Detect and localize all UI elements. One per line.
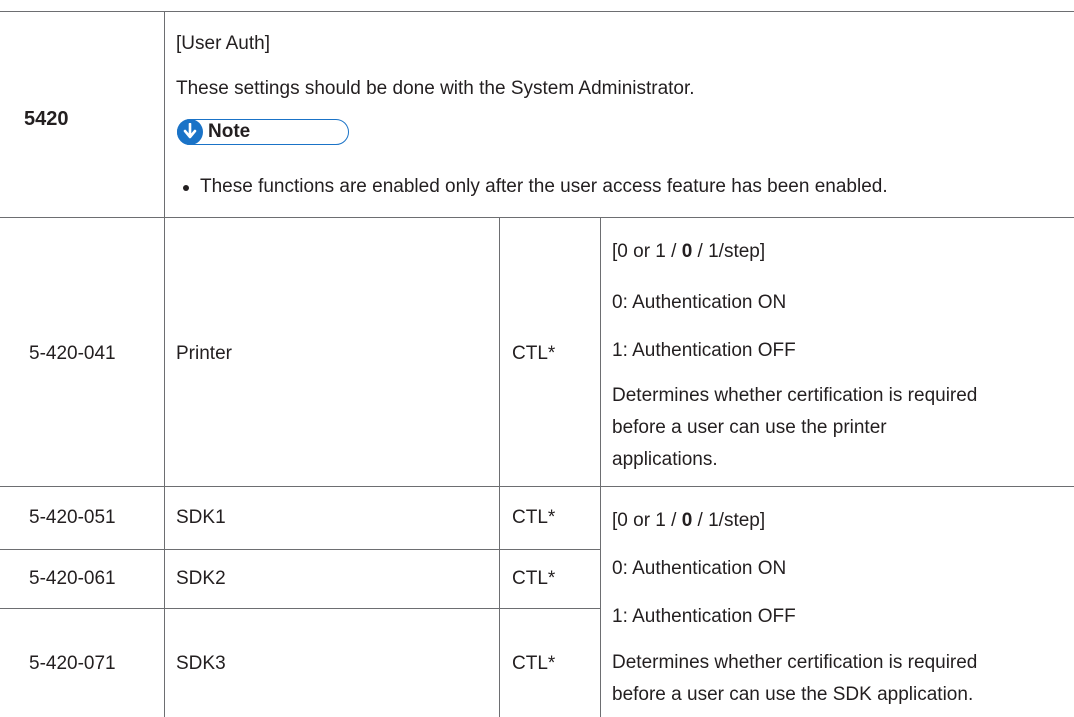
bullet-icon — [183, 185, 189, 191]
table-row-name: SDK3 — [176, 653, 226, 674]
row-divider — [0, 486, 1074, 487]
table-row-type: CTL* — [512, 343, 556, 364]
range-text: [0 or 1 / 0 / 1/step] — [612, 510, 766, 531]
table-row-name: Printer — [176, 343, 232, 364]
table-row-name: SDK1 — [176, 507, 226, 528]
col-divider — [164, 11, 165, 717]
option-on: 0: Authentication ON — [612, 292, 787, 313]
default-value: 0 — [681, 510, 693, 531]
row-divider — [0, 217, 1074, 218]
option-off: 1: Authentication OFF — [612, 340, 796, 361]
table-row-code: 5-420-051 — [29, 507, 116, 528]
table-row-code: 5-420-071 — [29, 653, 116, 674]
row-divider — [0, 549, 600, 550]
table-row-type: CTL* — [512, 507, 556, 528]
range-text: [0 or 1 / 0 / 1/step] — [612, 241, 766, 262]
table-row-type: CTL* — [512, 568, 556, 589]
row-divider — [0, 608, 600, 609]
description-line: before a user can use the SDK applicatio… — [612, 684, 974, 705]
table-row-name: SDK2 — [176, 568, 226, 589]
section-code: 5420 — [24, 108, 69, 130]
table-row-code: 5-420-041 — [29, 343, 116, 364]
col-divider — [499, 217, 500, 717]
description-line: Determines whether certification is requ… — [612, 385, 978, 406]
option-off: 1: Authentication OFF — [612, 606, 796, 627]
note-item: These functions are enabled only after t… — [200, 176, 888, 197]
table-top-border — [0, 11, 1074, 12]
table-row-code: 5-420-061 — [29, 568, 116, 589]
down-arrow-icon — [177, 119, 203, 145]
table-row-type: CTL* — [512, 653, 556, 674]
description-line: applications. — [612, 449, 718, 470]
description-line: before a user can use the printer — [612, 417, 887, 438]
note-label: Note — [208, 121, 251, 142]
section-description: These settings should be done with the S… — [176, 78, 695, 99]
option-on: 0: Authentication ON — [612, 558, 787, 579]
description-line: Determines whether certification is requ… — [612, 652, 978, 673]
section-title: [User Auth] — [176, 33, 270, 54]
col-divider — [600, 217, 601, 717]
default-value: 0 — [681, 241, 693, 262]
